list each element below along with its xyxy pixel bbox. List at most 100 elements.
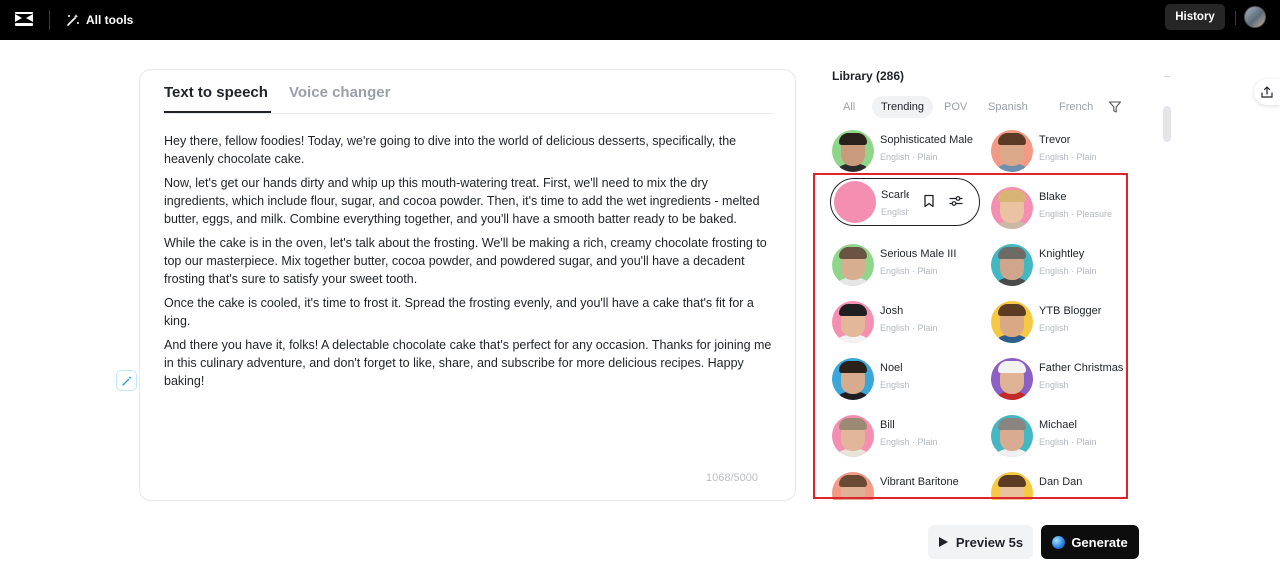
voice-name: Dan Dan <box>1039 476 1083 488</box>
voice-card[interactable]: Bill English · Plain <box>832 413 982 461</box>
voice-name: Father Christmas <box>1039 362 1124 374</box>
voice-meta: English <box>881 207 909 217</box>
voice-avatar <box>832 415 874 457</box>
voice-list: Sophisticated Male English · Plain Trevor E… <box>820 124 1160 500</box>
play-icon <box>938 537 948 547</box>
avatar-hair <box>839 247 867 259</box>
voice-card[interactable]: Sophisticated Male English · Plain <box>832 128 982 176</box>
filter-icon[interactable] <box>1108 100 1122 114</box>
generate-label: Generate <box>1071 534 1128 550</box>
sliders-icon[interactable] <box>947 192 965 210</box>
character-count: 1068/5000 <box>706 472 758 484</box>
avatar-hair <box>998 418 1026 430</box>
voice-meta: English · Plain <box>880 152 938 162</box>
voice-avatar <box>832 472 874 500</box>
scroll-up-indicator <box>1164 76 1170 77</box>
upload-icon <box>1261 86 1273 98</box>
filter-french[interactable]: French <box>1050 96 1102 118</box>
voice-card[interactable]: YTB Blogger English <box>991 299 1141 347</box>
voice-card[interactable]: Blake English · Pleasure <box>991 185 1141 233</box>
voice-card[interactable]: Josh English · Plain <box>832 299 982 347</box>
bookmark-icon[interactable] <box>920 192 938 210</box>
topbar-divider-right <box>1235 11 1236 25</box>
voice-avatar <box>991 415 1033 457</box>
script-paragraph: Once the cake is cooled, it's time to fr… <box>164 296 754 328</box>
voice-avatar <box>832 130 874 172</box>
voice-avatar <box>991 130 1033 172</box>
preview-label: Preview 5s <box>955 534 1024 550</box>
avatar-hair <box>998 133 1026 145</box>
voice-avatar <box>832 244 874 286</box>
voice-card[interactable]: Knightley English · Plain <box>991 242 1141 290</box>
avatar-hair <box>839 418 867 430</box>
top-bar: All tools History <box>0 0 1280 40</box>
library-scroll-thumb[interactable] <box>1163 106 1171 142</box>
avatar-hair <box>998 304 1026 316</box>
voice-name: Michael <box>1039 419 1077 431</box>
script-paragraph: While the cake is in the oven, let's tal… <box>164 236 767 286</box>
ai-rewrite-button[interactable] <box>116 370 137 391</box>
editor-panel: Text to speech Voice changer Hey there, … <box>139 69 796 501</box>
voice-card[interactable]: Father Christmas English <box>991 356 1141 404</box>
magic-wand-icon <box>121 375 132 386</box>
tab-voice-changer[interactable]: Voice changer <box>289 84 390 101</box>
upload-side-button[interactable] <box>1254 79 1280 105</box>
voice-meta: English <box>1039 323 1069 333</box>
voice-name: Bill <box>880 419 895 431</box>
all-tools-button[interactable]: All tools <box>66 9 133 31</box>
avatar-hair <box>839 133 867 145</box>
voice-avatar <box>991 301 1033 343</box>
script-paragraph: Hey there, fellow foodies! Today, we're … <box>164 134 737 166</box>
filter-trending[interactable]: Trending <box>872 96 934 118</box>
voice-name: Sophisticated Male <box>880 134 973 146</box>
voice-meta: English · Pleasure <box>1039 209 1113 219</box>
avatar-hair <box>998 475 1026 487</box>
voice-avatar <box>991 187 1033 229</box>
voice-meta: English <box>1039 380 1069 390</box>
capcut-logo-icon[interactable] <box>12 8 36 32</box>
voice-meta: English <box>880 380 910 390</box>
user-avatar-icon[interactable] <box>1244 6 1266 28</box>
voice-card[interactable]: Noel English <box>832 356 982 404</box>
voice-avatar <box>991 358 1033 400</box>
avatar-hair <box>998 247 1026 259</box>
voice-name: Vibrant Baritone <box>880 476 959 488</box>
avatar-hair <box>839 304 867 316</box>
library-scrollbar[interactable] <box>1163 100 1171 500</box>
tab-text-to-speech[interactable]: Text to speech <box>164 84 268 101</box>
voice-avatar <box>832 358 874 400</box>
voice-name: Knightley <box>1039 248 1085 260</box>
active-tab-indicator <box>164 111 271 113</box>
voice-card[interactable]: Trevor English · Plain <box>991 128 1141 176</box>
topbar-divider <box>49 10 50 30</box>
avatar-hair <box>998 361 1026 373</box>
voice-meta: English · Plain <box>1039 152 1097 162</box>
voice-meta: English · Plain <box>880 266 938 276</box>
history-button[interactable]: History <box>1165 4 1225 30</box>
filter-pov[interactable]: POV <box>935 96 976 118</box>
voice-meta: English · Plain <box>880 323 938 333</box>
voice-name: Josh <box>880 305 904 317</box>
filter-spanish[interactable]: Spanish <box>979 96 1037 118</box>
voice-name: Scarlett <box>881 189 909 201</box>
voice-name: YTB Blogger <box>1039 305 1102 317</box>
voice-meta: English · Plain <box>1039 266 1097 276</box>
editor-tabs: Text to speech Voice changer <box>164 70 774 114</box>
script-text-area[interactable]: Hey there, fellow foodies! Today, we're … <box>164 132 774 396</box>
generate-button[interactable]: Generate <box>1041 525 1139 559</box>
voice-meta: English · Plain <box>1039 437 1097 447</box>
voice-card[interactable]: Dan Dan <box>991 470 1141 500</box>
preview-button[interactable]: Preview 5s <box>928 525 1033 559</box>
voice-card[interactable]: Serious Male III English · Plain <box>832 242 982 290</box>
voice-card[interactable]: Vibrant Baritone <box>832 470 982 500</box>
voice-name: Trevor <box>1039 134 1071 146</box>
script-paragraph: Now, let's get our hands dirty and whip … <box>164 176 760 226</box>
voice-avatar <box>991 244 1033 286</box>
voice-name: Blake <box>1039 191 1067 203</box>
filter-all[interactable]: All <box>834 96 864 118</box>
voice-avatar <box>834 181 876 223</box>
voice-card[interactable]: Michael English · Plain <box>991 413 1141 461</box>
voice-card-hovered[interactable]: Scarlett English <box>830 178 980 226</box>
avatar-hair <box>839 361 867 373</box>
voice-name: Serious Male III <box>880 248 957 260</box>
